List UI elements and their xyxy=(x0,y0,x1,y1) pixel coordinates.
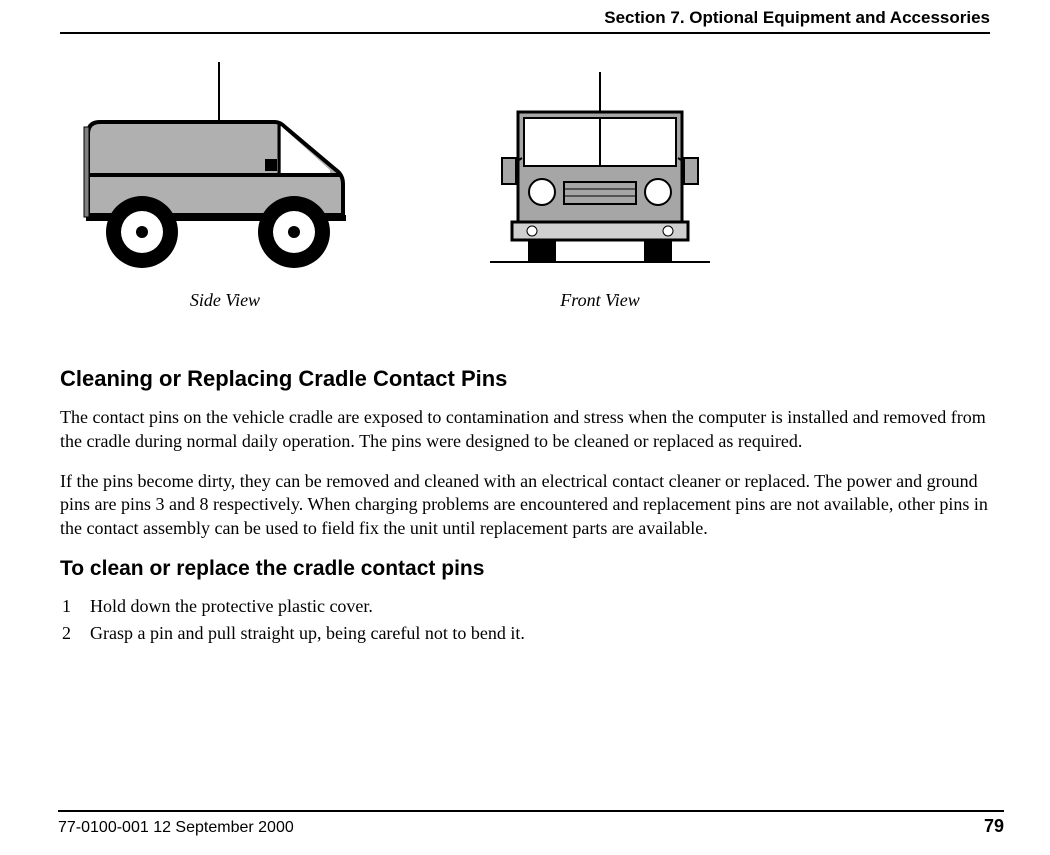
section-heading: Cleaning or Replacing Cradle Contact Pin… xyxy=(60,366,990,392)
page-header: Section 7. Optional Equipment and Access… xyxy=(60,0,990,34)
van-side-icon xyxy=(80,62,370,272)
list-item: 1Hold down the protective plastic cover. xyxy=(62,593,990,620)
figure-caption-front: Front View xyxy=(490,290,710,311)
figure-row: Side View xyxy=(80,62,990,311)
main-content: Cleaning or Replacing Cradle Contact Pin… xyxy=(60,366,990,647)
van-front-icon xyxy=(490,62,710,272)
figure-front-view: Front View xyxy=(490,62,710,311)
step-list: 1Hold down the protective plastic cover.… xyxy=(60,593,990,647)
figure-caption-side: Side View xyxy=(80,290,370,311)
step-number: 2 xyxy=(62,620,90,647)
step-text: Hold down the protective plastic cover. xyxy=(90,593,373,620)
body-paragraph-1: The contact pins on the vehicle cradle a… xyxy=(60,406,990,454)
step-text: Grasp a pin and pull straight up, being … xyxy=(90,620,525,647)
footer-rule xyxy=(58,810,1004,812)
list-item: 2Grasp a pin and pull straight up, being… xyxy=(62,620,990,647)
page-number: 79 xyxy=(984,816,1004,837)
page-footer: 77-0100-001 12 September 2000 79 xyxy=(0,810,1050,837)
doc-id: 77-0100-001 12 September 2000 xyxy=(58,819,294,837)
section-title: Section 7. Optional Equipment and Access… xyxy=(604,8,990,27)
step-number: 1 xyxy=(62,593,90,620)
subsection-heading: To clean or replace the cradle contact p… xyxy=(60,557,990,581)
figure-side-view: Side View xyxy=(80,62,370,311)
body-paragraph-2: If the pins become dirty, they can be re… xyxy=(60,470,990,541)
